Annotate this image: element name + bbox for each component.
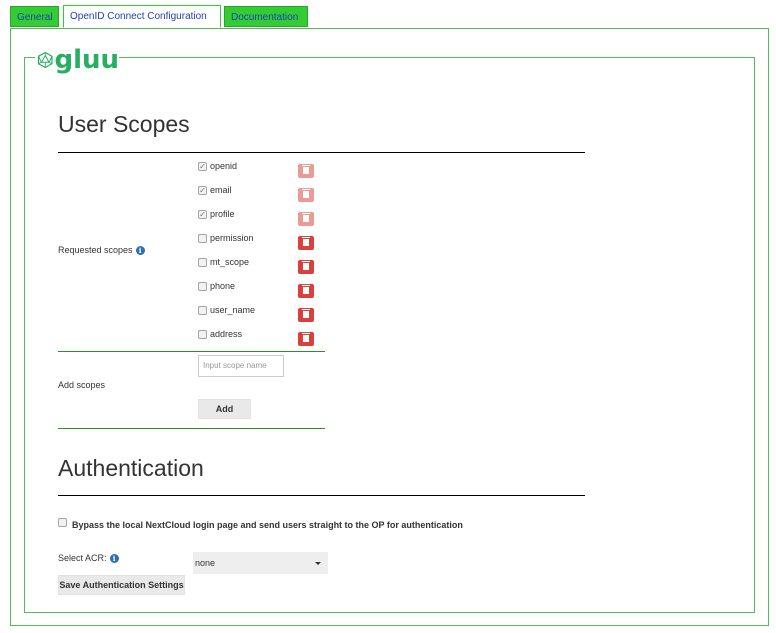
scope-name: permission [210, 233, 254, 243]
select-acr-label: Select ACR: i [58, 553, 119, 564]
section-divider [58, 152, 585, 153]
acr-select-value: none [195, 558, 216, 568]
trash-icon [302, 189, 310, 198]
scope-checkbox[interactable] [198, 330, 207, 339]
add-scopes-divider-top [58, 351, 325, 352]
trash-icon [302, 213, 310, 222]
info-icon[interactable]: i [109, 554, 119, 564]
scope-name: address [210, 329, 243, 339]
add-scopes-divider-bottom [58, 428, 325, 429]
scope-checkbox[interactable] [198, 282, 207, 291]
scope-name: email [210, 185, 232, 195]
trash-icon [302, 261, 310, 270]
section-divider [58, 495, 585, 496]
requested-scopes-text: Requested scopes [58, 245, 133, 255]
scope-checkbox[interactable]: ✓ [198, 162, 207, 171]
tab-documentation[interactable]: Documentation [224, 6, 308, 27]
scope-checkbox[interactable] [198, 258, 207, 267]
scope-name: phone [210, 281, 236, 291]
select-acr-text: Select ACR: [58, 553, 107, 563]
requested-scopes-label: Requested scopes i [58, 245, 145, 256]
scope-name: profile [210, 209, 235, 219]
delete-scope-button [298, 188, 314, 202]
trash-icon [302, 333, 310, 342]
trash-icon [302, 285, 310, 294]
delete-scope-button[interactable] [298, 308, 314, 322]
acr-select[interactable]: none [193, 552, 328, 574]
add-scope-button[interactable]: Add [198, 399, 251, 419]
authentication-heading: Authentication [58, 455, 204, 481]
gluu-emblem-icon [37, 51, 53, 69]
scope-checkbox[interactable] [198, 234, 207, 243]
user-scopes-heading: User Scopes [58, 111, 190, 137]
scope-name-input[interactable]: Input scope name [198, 355, 284, 377]
scope-checkbox[interactable]: ✓ [198, 186, 207, 195]
gluu-logo: gluu [35, 44, 119, 76]
chevron-down-icon [315, 562, 321, 565]
delete-scope-button [298, 164, 314, 178]
delete-scope-button[interactable] [298, 236, 314, 250]
info-icon[interactable]: i [135, 246, 145, 256]
bypass-login-label: Bypass the local NextCloud login page an… [72, 520, 463, 530]
logo-wordmark: gluu [54, 45, 119, 75]
trash-icon [302, 237, 310, 246]
add-scopes-label: Add scopes [58, 380, 106, 390]
scope-name: user_name [210, 305, 256, 315]
tab-general[interactable]: General [10, 6, 59, 27]
trash-icon [302, 165, 310, 174]
delete-scope-button [298, 212, 314, 226]
delete-scope-button[interactable] [298, 332, 314, 346]
scope-checkbox[interactable]: ✓ [198, 210, 207, 219]
scope-name: mt_scope [210, 257, 250, 267]
scope-checkbox[interactable] [198, 306, 207, 315]
delete-scope-button[interactable] [298, 260, 314, 274]
save-authentication-settings-button[interactable]: Save Authentication Settings [58, 575, 185, 595]
trash-icon [302, 309, 310, 318]
scope-name: openid [210, 161, 238, 171]
tab-openid-connect-configuration[interactable]: OpenID Connect Configuration [63, 5, 221, 28]
delete-scope-button[interactable] [298, 284, 314, 298]
bypass-login-checkbox[interactable] [58, 518, 67, 527]
